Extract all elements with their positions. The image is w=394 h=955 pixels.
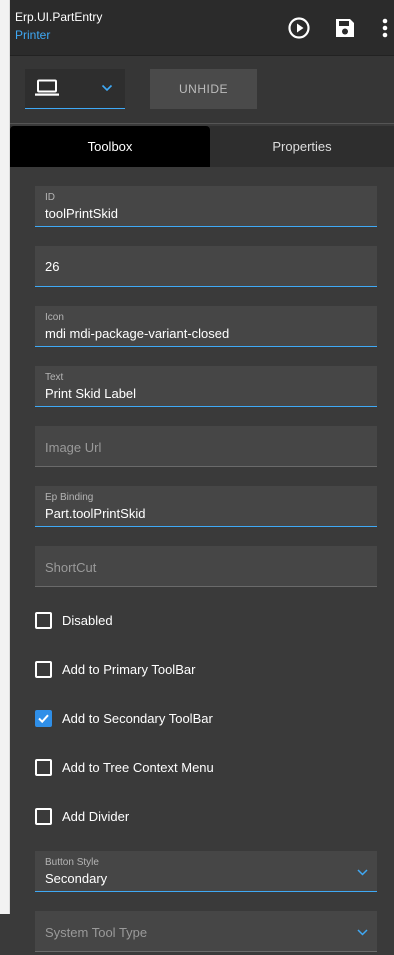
button-style-value: Secondary <box>45 871 108 886</box>
disabled-checkbox[interactable] <box>35 612 52 629</box>
save-icon <box>336 19 354 37</box>
app-title: Erp.UI.PartEntry <box>15 10 103 24</box>
designer-panel: Erp.UI.PartEntry Printer UNHIDE Toolbox … <box>10 0 394 955</box>
ep-binding-label: Ep Binding <box>45 492 94 503</box>
button-style-select[interactable]: Button Style Secondary <box>35 851 377 892</box>
tree-context-menu-checkbox-row[interactable]: Add to Tree Context Menu <box>35 758 375 778</box>
button-style-label: Button Style <box>45 857 99 868</box>
image-url-field[interactable]: Image Url <box>35 426 377 467</box>
text-label: Text <box>45 372 64 383</box>
play-circle-icon <box>288 17 310 39</box>
ep-binding-value: Part.toolPrintSkid <box>45 506 146 521</box>
save-button[interactable] <box>331 14 359 42</box>
more-vert-icon <box>382 18 388 38</box>
run-button[interactable] <box>285 14 313 42</box>
tree-context-menu-checkbox-label: Add to Tree Context Menu <box>62 760 214 775</box>
chevron-down-icon <box>101 84 113 92</box>
shortcut-field[interactable]: ShortCut <box>35 546 377 587</box>
laptop-icon <box>35 79 59 96</box>
secondary-toolbar-checkbox-label: Add to Secondary ToolBar <box>62 711 213 726</box>
image-url-placeholder: Image Url <box>45 440 102 455</box>
device-select[interactable] <box>25 69 125 109</box>
system-tool-type-select[interactable]: System Tool Type <box>35 911 377 952</box>
primary-toolbar-checkbox-row[interactable]: Add to Primary ToolBar <box>35 660 375 680</box>
chevron-down-icon <box>357 929 368 936</box>
id-value: toolPrintSkid <box>45 206 118 221</box>
icon-value: mdi mdi-package-variant-closed <box>45 326 230 341</box>
tree-context-menu-checkbox[interactable] <box>35 759 52 776</box>
secondary-toolbar-checkbox-row[interactable]: Add to Secondary ToolBar <box>35 709 375 729</box>
text-field[interactable]: Text Print Skid Label <box>35 366 377 407</box>
checkmark-icon <box>38 714 49 724</box>
shortcut-placeholder: ShortCut <box>45 560 97 575</box>
panel-header: Erp.UI.PartEntry Printer <box>10 0 394 56</box>
add-divider-checkbox-label: Add Divider <box>62 809 130 824</box>
tab-properties[interactable]: Properties <box>210 126 394 167</box>
id-label: ID <box>45 192 55 203</box>
system-tool-type-placeholder: System Tool Type <box>45 925 148 940</box>
ep-binding-field[interactable]: Ep Binding Part.toolPrintSkid <box>35 486 377 527</box>
toolbox-form: ID toolPrintSkid 26 Icon mdi mdi-package… <box>10 167 394 955</box>
add-divider-checkbox-row[interactable]: Add Divider <box>35 807 375 827</box>
tab-bar: Toolbox Properties <box>10 126 394 167</box>
disabled-checkbox-row[interactable]: Disabled <box>35 611 375 631</box>
background-page-strip-bottom <box>0 914 10 955</box>
designer-toolbar: UNHIDE <box>10 56 394 124</box>
icon-field[interactable]: Icon mdi mdi-package-variant-closed <box>35 306 377 347</box>
unhide-button[interactable]: UNHIDE <box>150 69 257 109</box>
add-divider-checkbox[interactable] <box>35 808 52 825</box>
primary-toolbar-checkbox-label: Add to Primary ToolBar <box>62 662 196 677</box>
disabled-checkbox-label: Disabled <box>62 613 113 628</box>
sequence-field[interactable]: 26 <box>35 246 377 287</box>
more-options-button[interactable] <box>376 14 394 42</box>
icon-label: Icon <box>45 312 64 323</box>
chevron-down-icon <box>357 869 368 876</box>
tab-toolbox[interactable]: Toolbox <box>10 126 210 167</box>
text-value: Print Skid Label <box>45 386 137 401</box>
secondary-toolbar-checkbox[interactable] <box>35 710 52 727</box>
id-field[interactable]: ID toolPrintSkid <box>35 186 377 227</box>
primary-toolbar-checkbox[interactable] <box>35 661 52 678</box>
background-page-strip <box>0 0 10 914</box>
sequence-value: 26 <box>45 259 60 274</box>
app-subtitle: Printer <box>15 28 51 42</box>
